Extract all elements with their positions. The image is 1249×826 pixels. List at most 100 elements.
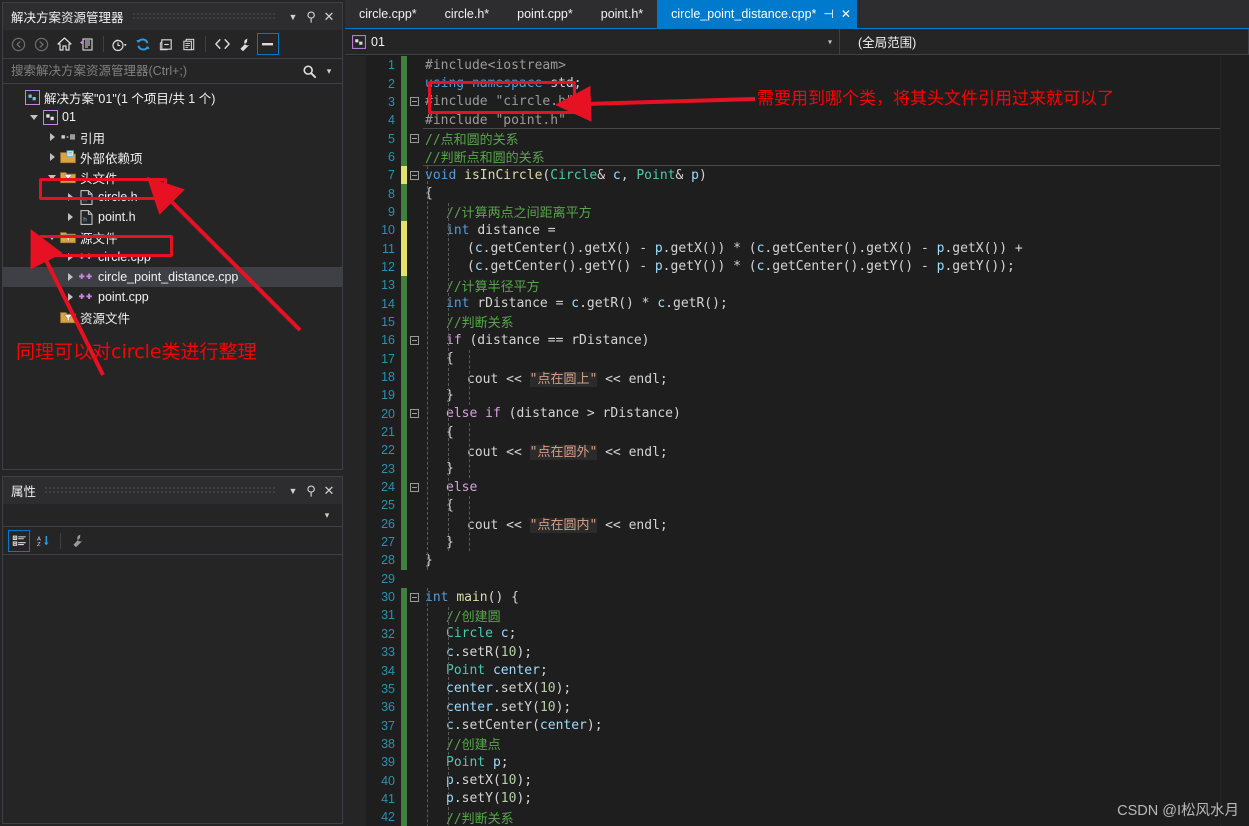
code-line[interactable]: 5 //点和圆的关系 (367, 129, 1220, 148)
document-tab[interactable]: circle.h* (431, 0, 503, 28)
code-line[interactable]: 17{ (367, 349, 1220, 368)
code-line[interactable]: 1 #include<iostream> (367, 56, 1220, 75)
fold-toggle-icon[interactable] (407, 478, 421, 496)
navbar-project-combo[interactable]: 01 ▾ (345, 29, 840, 54)
tree-row[interactable]: 01 (3, 107, 342, 127)
code-line[interactable]: 18 cout << "点在圆上" << endl; (367, 367, 1220, 387)
tree-row[interactable]: h point.h (3, 207, 342, 227)
navbar-member-combo[interactable]: (全局范围) (840, 29, 1249, 54)
expander-icon[interactable] (45, 307, 59, 327)
code-line[interactable]: 37 c.setCenter(center); (367, 716, 1220, 735)
code-line[interactable]: 23} (367, 459, 1220, 478)
code-line[interactable]: 12 (c.getCenter().getY() - p.getY()) * (c… (367, 257, 1220, 277)
code-line[interactable]: 39 Point p; (367, 753, 1220, 772)
tree-row[interactable]: 外部依赖项 (3, 147, 342, 167)
code-line[interactable]: 6 //判断点和圆的关系 (367, 147, 1220, 166)
expander-icon[interactable] (63, 207, 77, 227)
tree-row[interactable]: point.cpp (3, 287, 342, 307)
sync-with-active-document-icon[interactable] (76, 33, 98, 55)
code-lines-container[interactable]: 1 #include<iostream> 2 using namespace std;… (367, 56, 1220, 826)
code-editor-surface[interactable]: 1 #include<iostream> 2 using namespace std;… (345, 56, 1249, 826)
code-line[interactable]: 33 c.setR(10); (367, 643, 1220, 662)
fold-toggle-icon[interactable] (407, 166, 421, 184)
properties-icon[interactable] (234, 33, 256, 55)
tab-pin-icon[interactable]: ⊣ (823, 7, 833, 21)
expander-icon[interactable] (9, 87, 23, 107)
code-line[interactable]: 24 else (367, 477, 1220, 497)
tree-row[interactable]: 资源文件 (3, 307, 342, 327)
refresh-icon[interactable] (132, 33, 154, 55)
properties-object-selector[interactable]: ▾ (3, 504, 342, 527)
code-line[interactable]: 7 void isInCircle(Circle& c, Point& p) (367, 166, 1220, 185)
properties-grid[interactable] (3, 555, 342, 823)
code-line[interactable]: 41 p.setY(10); (367, 789, 1220, 809)
expander-icon[interactable] (45, 127, 59, 147)
back-icon[interactable] (7, 33, 29, 55)
tree-row[interactable]: 解决方案"01"(1 个项目/共 1 个) (3, 87, 342, 107)
document-tab[interactable]: point.h* (587, 0, 657, 28)
properties-dropdown-icon[interactable]: ▼ (284, 481, 302, 501)
code-line[interactable]: 28} (367, 551, 1220, 570)
preview-selected-items-icon[interactable] (257, 33, 279, 55)
tab-close-icon[interactable]: ✕ (841, 7, 851, 21)
code-line[interactable]: 8{ (367, 184, 1220, 203)
tree-row[interactable]: 引用 (3, 127, 342, 147)
code-line[interactable]: 16 if (distance == rDistance) (367, 331, 1220, 350)
fold-toggle-icon[interactable] (407, 588, 421, 606)
search-input[interactable] (11, 64, 298, 78)
code-line[interactable]: 27} (367, 532, 1220, 552)
bookmark-margin[interactable] (345, 56, 367, 826)
forward-icon[interactable] (30, 33, 52, 55)
search-dropdown-icon[interactable]: ▾ (320, 61, 338, 81)
code-line[interactable]: 22 cout << "点在圆外" << endl; (367, 441, 1220, 460)
panel-pin-icon[interactable]: ⚲ (302, 7, 320, 27)
code-line[interactable]: 30 int main() { (367, 587, 1220, 607)
code-line[interactable]: 15 //判断关系 (367, 312, 1220, 331)
solution-explorer-search[interactable]: ▾ (3, 58, 342, 84)
show-all-files-icon[interactable] (178, 33, 200, 55)
document-tab[interactable]: point.cpp* (503, 0, 587, 28)
fold-toggle-icon[interactable] (407, 93, 421, 111)
code-line[interactable]: 32 Circle c; (367, 624, 1220, 643)
expander-icon[interactable] (63, 287, 77, 307)
code-line[interactable]: 10 int distance = (367, 221, 1220, 240)
fold-toggle-icon[interactable] (407, 405, 421, 423)
document-tab[interactable]: circle_point_distance.cpp* ⊣ ✕ (657, 0, 857, 28)
properties-pin-icon[interactable]: ⚲ (302, 481, 320, 501)
editor-vertical-scrollbar[interactable] (1220, 56, 1249, 826)
solution-tree[interactable]: 解决方案"01"(1 个项目/共 1 个) 01 引用 外部依赖项 头文件 h circle… (3, 84, 342, 469)
fold-toggle-icon[interactable] (407, 129, 421, 147)
fold-toggle-icon[interactable] (407, 331, 421, 349)
code-line[interactable]: 9 //计算两点之间距离平方 (367, 202, 1220, 221)
code-line[interactable]: 40 p.setX(10); (367, 771, 1220, 790)
code-line[interactable]: 14 int rDistance = c.getR() * c.getR(); (367, 294, 1220, 313)
code-line[interactable]: 35 center.setX(10); (367, 679, 1220, 699)
tree-row[interactable]: circle_point_distance.cpp (3, 267, 342, 287)
collapse-all-icon[interactable] (155, 33, 177, 55)
code-line[interactable]: 38 //创建点 (367, 734, 1220, 753)
chevron-down-icon[interactable]: ▾ (318, 505, 336, 525)
expander-icon[interactable] (27, 107, 41, 127)
panel-dropdown-icon[interactable]: ▼ (284, 7, 302, 27)
pending-changes-filter-icon[interactable] (109, 33, 131, 55)
property-pages-icon[interactable] (67, 530, 89, 552)
chevron-down-icon[interactable]: ▾ (828, 37, 832, 46)
code-line[interactable]: 13 //计算半径平方 (367, 276, 1220, 295)
code-line[interactable]: 11 (c.getCenter().getX() - p.getX()) * (c… (367, 239, 1220, 258)
code-line[interactable]: 25{ (367, 496, 1220, 515)
alphabetical-icon[interactable]: AZ (32, 530, 54, 552)
code-line[interactable]: 42 //判断关系 (367, 808, 1220, 826)
code-line[interactable]: 20 else if (distance > rDistance) (367, 404, 1220, 423)
code-line[interactable]: 29 (367, 570, 1220, 588)
expander-icon[interactable] (63, 267, 77, 287)
panel-close-icon[interactable]: ✕ (320, 7, 338, 27)
categorized-icon[interactable] (8, 529, 30, 552)
code-line[interactable]: 26 cout << "点在圆内" << endl; (367, 514, 1220, 534)
properties-close-icon[interactable]: ✕ (320, 481, 338, 501)
expander-icon[interactable] (45, 147, 59, 167)
home-icon[interactable] (53, 33, 75, 55)
code-line[interactable]: 21{ (367, 422, 1220, 442)
view-code-icon[interactable] (211, 33, 233, 55)
code-line[interactable]: 19} (367, 386, 1220, 405)
code-line[interactable]: 31 //创建圆 (367, 606, 1220, 625)
